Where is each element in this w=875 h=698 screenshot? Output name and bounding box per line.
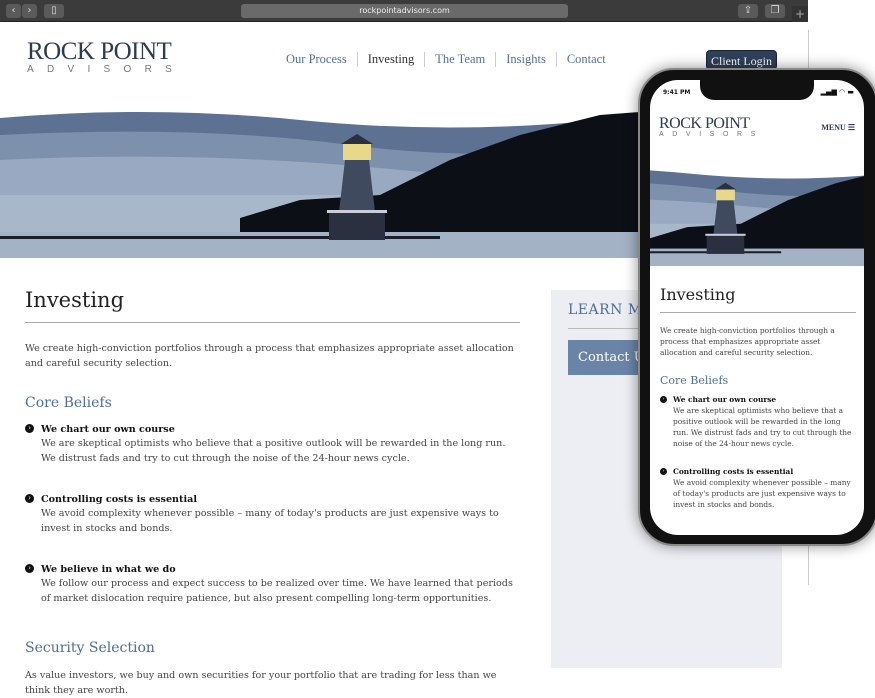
browser-toolbar: ‹ › ▯ rockpointadvisors.com ⇪ ❐ + [0,0,808,22]
tabs-icon[interactable]: ❐ [765,4,785,18]
core-beliefs-heading: Core Beliefs [25,395,112,411]
sidebar-toggle-icon[interactable]: ▯ [44,4,64,18]
phone-belief-item: › We chart our own course We are skeptical… [660,395,856,449]
phone-belief-item: › Controlling costs is essential We avoid … [660,467,856,510]
nav-contact[interactable]: Contact [555,52,616,67]
phone-screen: 9:41 PM ▂▄▆ ◠ ▬ ROCK POINT ADVISORS MENU… [650,80,864,535]
main-nav: Our Process Investing The Team Insights … [286,52,616,67]
client-login-button[interactable]: Client Login [706,50,777,70]
nav-our-process[interactable]: Our Process [286,52,357,67]
nav-insights[interactable]: Insights [495,52,556,67]
security-text: As value investors, we buy and own secur… [25,670,497,696]
status-icons: ▂▄▆ ◠ ▬ [820,88,854,96]
phone-hero-image [650,160,864,266]
chevron-circle-icon: › [660,396,667,403]
main-content: Investing We create high-conviction port… [25,288,520,698]
belief-item: › We chart our own course We are skeptical… [25,423,520,466]
security-selection-heading: Security Selection [25,640,155,656]
new-tab-button[interactable]: + [792,6,808,22]
menu-button[interactable]: MENU ☰ [821,123,855,132]
phone-notch [700,80,814,100]
phone-page-title: Investing [660,285,856,313]
phone-logo[interactable]: ROCK POINT ADVISORS [659,116,764,139]
phone-content: Investing We create high-conviction port… [660,285,856,528]
chevron-circle-icon: › [25,424,34,433]
back-button[interactable]: ‹ [6,4,21,18]
chevron-circle-icon: › [25,494,34,503]
status-time: 9:41 PM [663,89,691,96]
intro-text: We create high-conviction portfolios thr… [25,343,514,369]
phone-mockup: 9:41 PM ▂▄▆ ◠ ▬ ROCK POINT ADVISORS MENU… [638,68,875,546]
forward-button[interactable]: › [22,4,37,18]
share-icon[interactable]: ⇪ [738,4,758,18]
address-bar[interactable]: rockpointadvisors.com [241,4,568,18]
nav-the-team[interactable]: The Team [424,52,495,67]
nav-investing[interactable]: Investing [356,52,425,67]
chevron-circle-icon: › [25,564,34,573]
chevron-circle-icon: › [660,468,667,475]
belief-item: › Controlling costs is essential We avoid … [25,493,520,536]
page-title: Investing [25,288,520,323]
logo[interactable]: ROCK POINT ADVISORS [27,39,185,76]
phone-core-beliefs-heading: Core Beliefs [660,374,729,387]
belief-item: › We believe in what we do We follow our p… [25,563,520,606]
phone-intro-text: We create high-conviction portfolios thr… [660,326,835,357]
